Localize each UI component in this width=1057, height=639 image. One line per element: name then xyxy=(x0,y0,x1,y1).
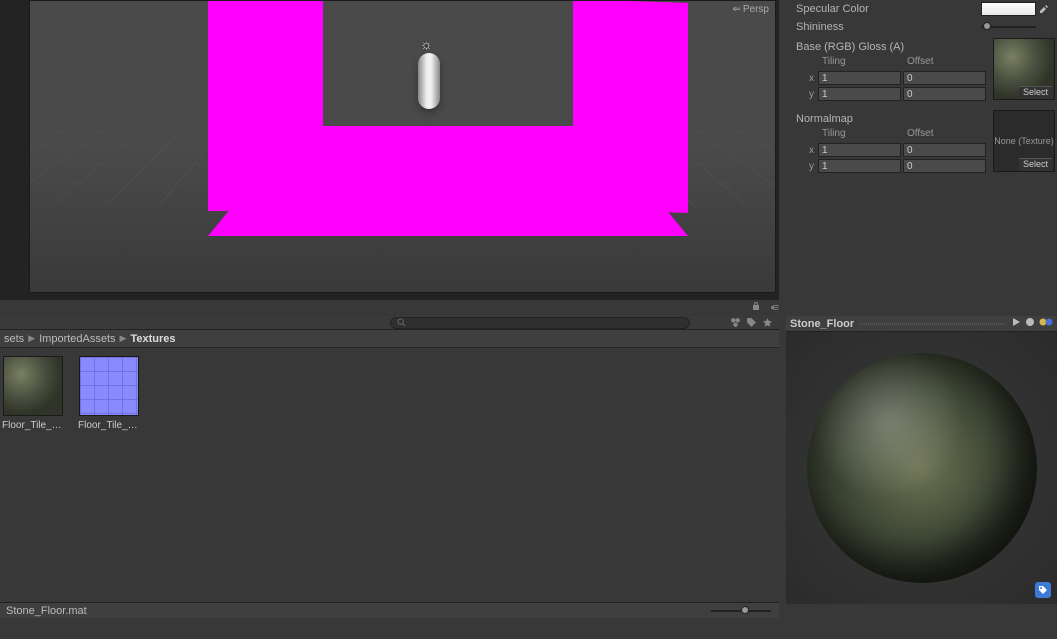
preview-panel: Stone_Floor xyxy=(786,316,1057,618)
favorites-icon[interactable] xyxy=(759,316,775,330)
base-texture-thumb[interactable]: Select xyxy=(993,38,1055,100)
breadcrumb: sets ▶ ImportedAssets ▶ Textures xyxy=(0,330,779,348)
selected-asset-path: Stone_Floor.mat xyxy=(6,605,87,617)
eyedropper-icon[interactable] xyxy=(1038,2,1050,16)
project-toolbar xyxy=(0,316,779,330)
play-icon[interactable] xyxy=(1011,317,1021,330)
shininess-label: Shininess xyxy=(796,21,981,33)
filter-by-label-icon[interactable] xyxy=(743,316,759,330)
normal-tiling-y-input[interactable] xyxy=(818,159,901,173)
search-icon xyxy=(397,318,406,327)
inspector-panel: Specular Color Shininess Base (RGB) Glos… xyxy=(786,0,1057,310)
sphere-icon[interactable] xyxy=(1025,317,1035,330)
normalmap-select-button[interactable]: Select xyxy=(1019,158,1052,171)
base-offset-x-input[interactable] xyxy=(903,71,986,85)
thumbnail-size-knob[interactable] xyxy=(741,606,749,614)
base-offset-y-input[interactable] xyxy=(903,87,986,101)
thumbnail-size-slider[interactable] xyxy=(711,604,771,618)
breadcrumb-seg-imported[interactable]: ImportedAssets xyxy=(39,333,115,345)
capsule-object[interactable] xyxy=(418,53,440,109)
specular-color-swatch[interactable] xyxy=(981,2,1036,16)
wall-left xyxy=(208,1,323,211)
wall-back xyxy=(320,126,580,204)
lock-icon[interactable] xyxy=(751,301,761,314)
normal-y-axis-label: y xyxy=(806,161,818,172)
normal-tiling-x-input[interactable] xyxy=(818,143,901,157)
base-offset-header: Offset xyxy=(905,56,990,70)
normal-offset-x-input[interactable] xyxy=(903,143,986,157)
asset-item[interactable]: Floor_Tile_N... xyxy=(78,356,140,431)
light-gizmo-icon: ☼ xyxy=(420,36,433,52)
project-search-input[interactable] xyxy=(390,317,690,329)
filter-by-type-icon[interactable] xyxy=(727,316,743,330)
normal-offset-header: Offset xyxy=(905,128,990,142)
scene-3d: ☼ xyxy=(30,1,775,292)
camera-mode-label[interactable]: Persp xyxy=(732,4,769,15)
normal-x-axis-label: x xyxy=(806,145,818,156)
base-tiling-header: Tiling xyxy=(820,56,905,70)
scene-view[interactable]: ☼ Persp xyxy=(29,0,776,293)
project-panel: sets ▶ ImportedAssets ▶ Textures Floor_T… xyxy=(0,316,779,618)
project-status-bar: Stone_Floor.mat xyxy=(0,602,779,618)
shininess-row: Shininess xyxy=(786,18,1057,36)
base-y-axis-label: y xyxy=(806,89,818,100)
panel-menu-icon[interactable]: ▪≡ xyxy=(771,302,777,314)
preview-divider xyxy=(860,323,1005,325)
normalmap-thumb-text: None (Texture) xyxy=(994,136,1054,146)
asset-grid[interactable]: Floor_Tile_Di... Floor_Tile_N... xyxy=(0,348,779,588)
chevron-right-icon: ▶ xyxy=(120,333,127,344)
asset-thumb-normal[interactable] xyxy=(79,356,139,416)
specular-color-row: Specular Color xyxy=(786,0,1057,18)
asset-thumb-diffuse[interactable] xyxy=(3,356,63,416)
asset-item[interactable]: Floor_Tile_Di... xyxy=(2,356,64,431)
base-x-axis-label: x xyxy=(806,73,818,84)
shininess-slider-knob[interactable] xyxy=(983,22,991,30)
wall-floor xyxy=(208,201,688,236)
normal-tiling-header: Tiling xyxy=(820,128,905,142)
preview-title: Stone_Floor xyxy=(790,318,854,330)
base-tiling-x-input[interactable] xyxy=(818,71,901,85)
asset-label-tag-icon[interactable] xyxy=(1035,582,1051,598)
preview-header: Stone_Floor xyxy=(786,316,1057,332)
normalmap-block: Normalmap None (Texture) Select Tiling O… xyxy=(786,110,1057,174)
breadcrumb-seg-assets[interactable]: sets xyxy=(4,333,24,345)
asset-label: Floor_Tile_Di... xyxy=(2,420,64,431)
normalmap-thumb[interactable]: None (Texture) Select xyxy=(993,110,1055,172)
asset-label: Floor_Tile_N... xyxy=(78,420,140,431)
base-tiling-y-input[interactable] xyxy=(818,87,901,101)
material-preview-sphere[interactable] xyxy=(807,353,1037,583)
chevron-right-icon: ▶ xyxy=(28,333,35,344)
shininess-slider[interactable] xyxy=(981,20,1036,34)
material-preview-view[interactable] xyxy=(786,332,1057,604)
wall-right xyxy=(573,0,688,213)
normal-offset-y-input[interactable] xyxy=(903,159,986,173)
base-texture-block: Base (RGB) Gloss (A) Select Tiling Offse… xyxy=(786,38,1057,102)
specular-color-label: Specular Color xyxy=(796,3,981,15)
light-toggle-icon[interactable] xyxy=(1039,317,1053,330)
scene-viewport[interactable]: ☼ Persp ▪≡ xyxy=(0,0,779,300)
breadcrumb-seg-textures[interactable]: Textures xyxy=(130,333,175,345)
base-texture-select-button[interactable]: Select xyxy=(1019,86,1052,99)
